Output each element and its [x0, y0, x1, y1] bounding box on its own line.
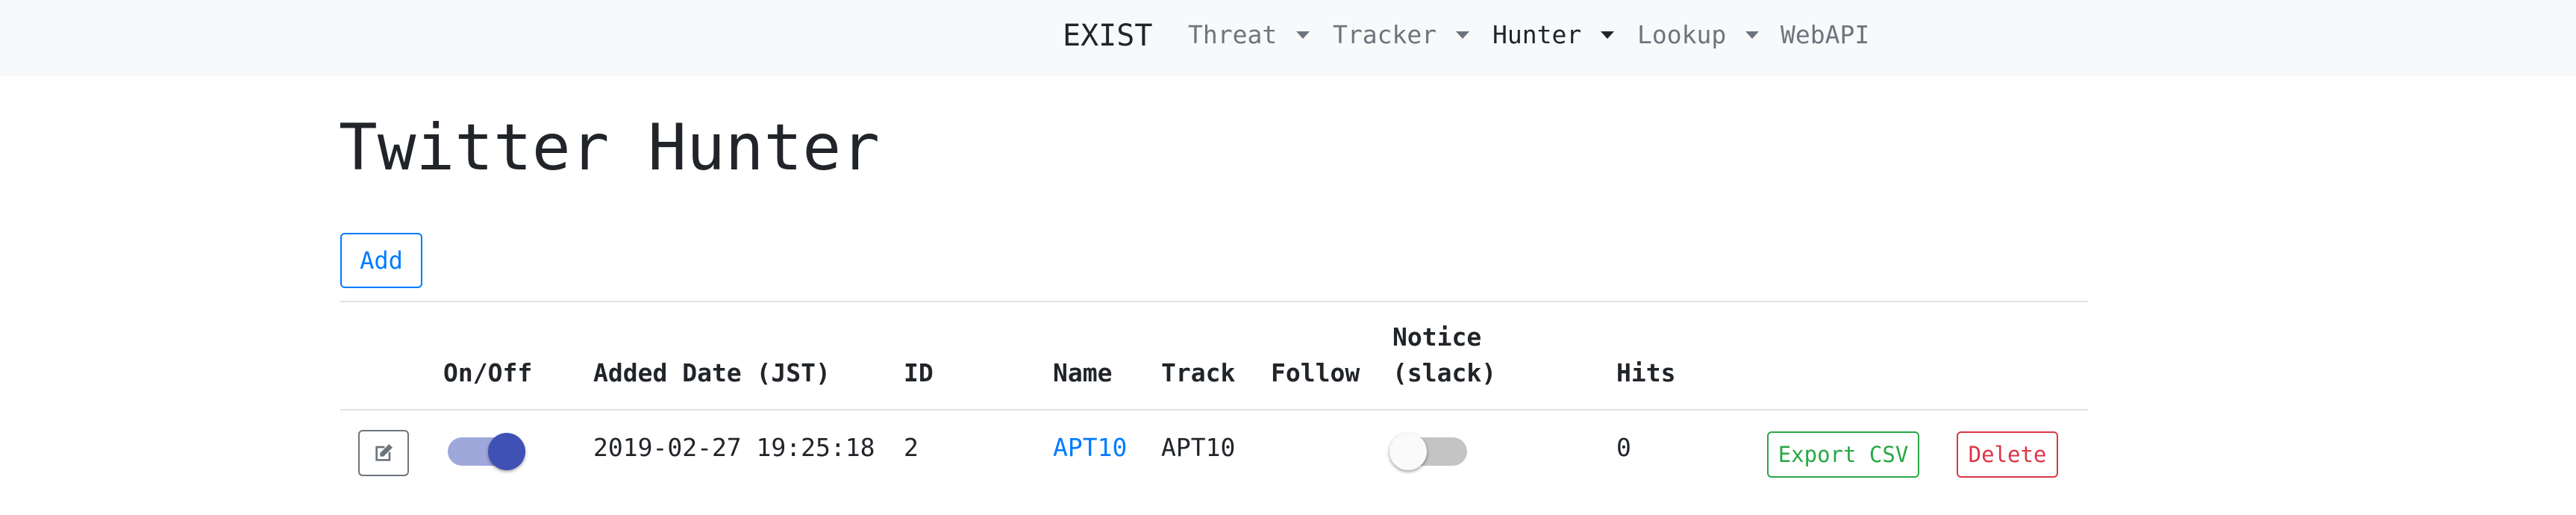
caret-down-icon	[1745, 31, 1760, 39]
cell-track: APT10	[1161, 433, 1236, 462]
cell-name-link[interactable]: APT10	[1053, 431, 1127, 464]
toggle-knob	[1389, 433, 1427, 470]
nav-item-label: Tracker	[1333, 20, 1437, 49]
nav-item-label: Hunter	[1492, 20, 1582, 49]
nav-item-threat[interactable]: Threat	[1188, 19, 1310, 51]
edit-icon	[375, 444, 393, 461]
caret-down-icon	[1601, 31, 1615, 39]
cell-id: 2	[904, 433, 919, 462]
delete-button[interactable]: Delete	[1957, 431, 2058, 478]
toggle-knob	[488, 433, 525, 470]
top-navbar: EXIST Threat Tracker Hunter Lookup WebAP…	[0, 0, 2576, 76]
navbar-brand[interactable]: EXIST	[1063, 18, 1152, 54]
header-follow: Follow	[1271, 358, 1360, 387]
header-added-date: Added Date (JST)	[593, 358, 831, 387]
caret-down-icon	[1456, 31, 1470, 39]
caret-down-icon	[1296, 31, 1310, 39]
nav-item-webapi[interactable]: WebAPI	[1781, 19, 1869, 51]
header-name: Name	[1053, 358, 1113, 387]
header-id: ID	[904, 358, 934, 387]
add-button[interactable]: Add	[340, 233, 422, 288]
page-title: Twitter Hunter	[339, 110, 880, 185]
table-header-divider	[340, 409, 2088, 411]
export-csv-button[interactable]: Export CSV	[1767, 431, 1919, 478]
cell-hits: 0	[1616, 433, 1631, 462]
nav-item-label: Lookup	[1637, 20, 1727, 49]
edit-button[interactable]	[358, 430, 409, 476]
cell-added-date: 2019-02-27 19:25:18	[593, 433, 875, 462]
nav-item-label: WebAPI	[1781, 20, 1870, 49]
nav-item-lookup[interactable]: Lookup	[1637, 19, 1760, 51]
header-hits: Hits	[1616, 358, 1676, 387]
header-notice-line2: (slack)	[1392, 358, 1497, 387]
nav-item-label: Threat	[1188, 20, 1278, 49]
nav-item-tracker[interactable]: Tracker	[1333, 19, 1470, 51]
divider	[340, 301, 2088, 302]
nav-item-hunter[interactable]: Hunter	[1492, 19, 1615, 51]
header-track: Track	[1161, 358, 1236, 387]
header-notice-line1: Notice	[1392, 322, 1482, 352]
header-onoff: On/Off	[443, 358, 533, 387]
onoff-toggle[interactable]	[443, 433, 525, 470]
notice-slack-toggle[interactable]	[1389, 433, 1472, 470]
